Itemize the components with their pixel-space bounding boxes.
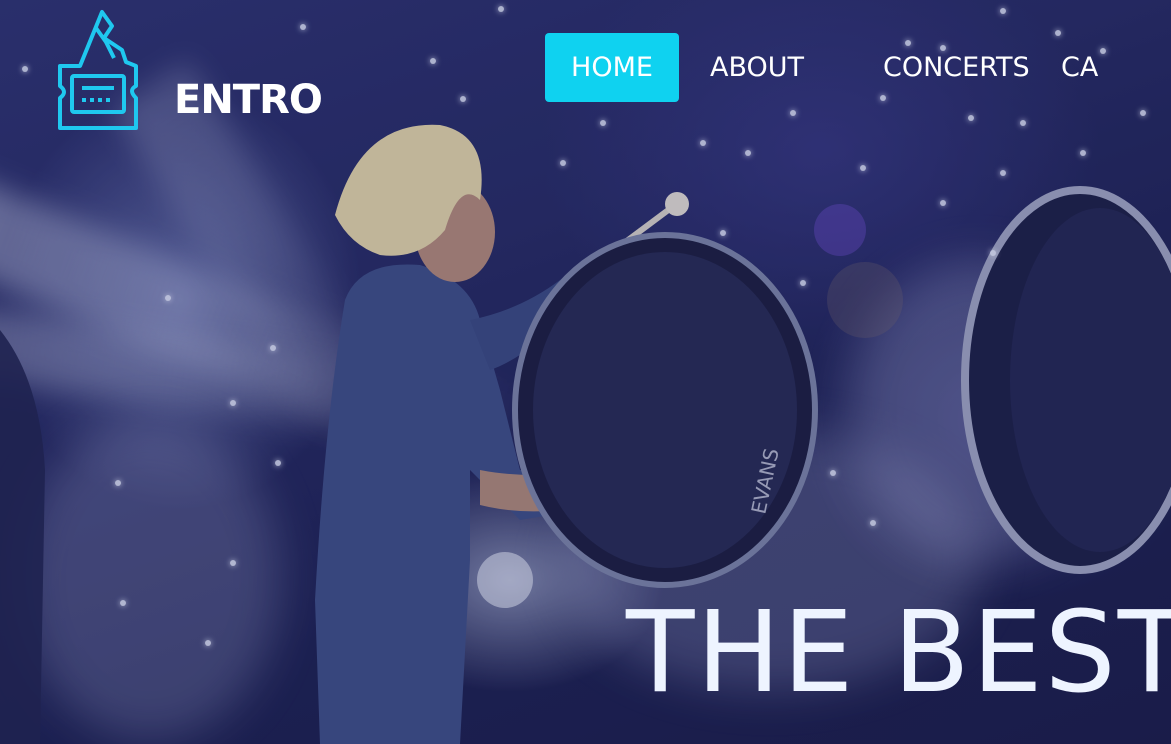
main-nav: HOME ABOUT CONCERTS CA xyxy=(545,33,1098,102)
ticket-icon xyxy=(58,10,138,130)
hero-section: EVANS ENTRO HOME ABOUT CONCERTS CA THE B… xyxy=(0,0,1171,744)
nav-item-about[interactable]: ABOUT xyxy=(710,33,860,102)
nav-item-more[interactable]: CA xyxy=(1061,33,1098,102)
brand-logo[interactable]: ENTRO xyxy=(52,6,323,136)
nav-item-home[interactable]: HOME xyxy=(545,33,679,102)
nav-item-concerts[interactable]: CONCERTS xyxy=(883,33,1061,102)
brand-name: ENTRO xyxy=(174,77,323,123)
hero-headline: THE BEST xyxy=(626,588,1171,718)
